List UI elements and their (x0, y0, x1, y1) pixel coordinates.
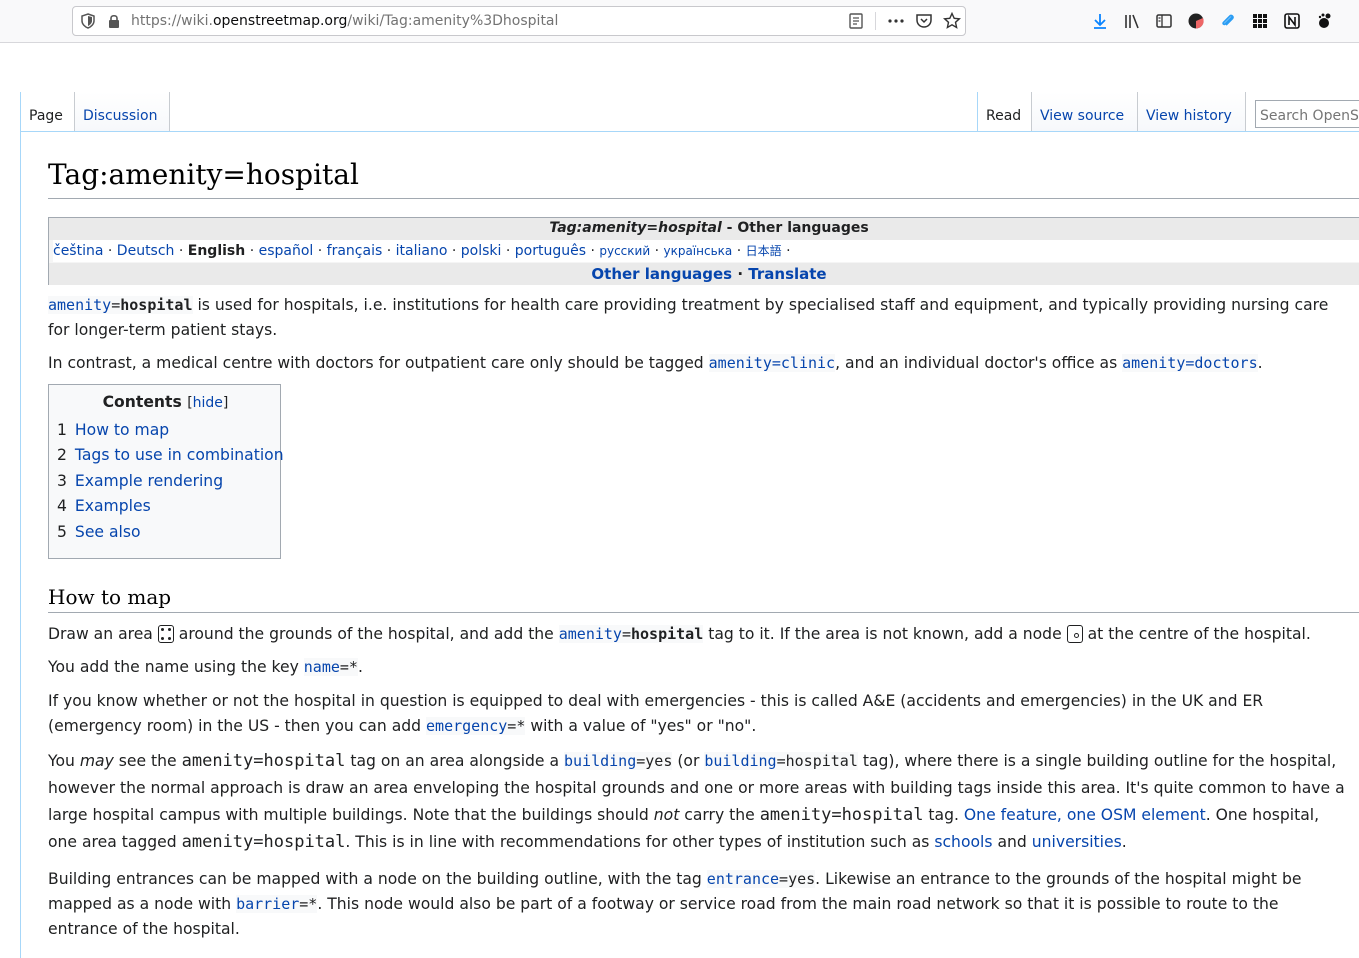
entrance-key-link[interactable]: entrance (707, 870, 779, 888)
lang-link-de[interactable]: Deutsch (117, 243, 175, 259)
toc-title: Contents [hide] (102, 393, 229, 411)
url-separator (875, 12, 876, 30)
node-icon[interactable] (1066, 625, 1083, 643)
lock-icon[interactable] (107, 13, 121, 29)
lang-link-uk[interactable]: українська (663, 244, 732, 258)
lang-link-ru[interactable]: русский (599, 244, 650, 258)
how-to-map-p2: You add the name using the key name=*. (48, 658, 363, 676)
search-input[interactable] (1255, 100, 1359, 128)
intro-paragraph: amenity=hospital is used for hospitals, … (48, 296, 1329, 339)
clinic-key-link[interactable]: amenity (709, 354, 772, 372)
url-text[interactable]: https://wiki.openstreetmap.org/wiki/Tag:… (131, 13, 558, 29)
translate-link[interactable]: Translate (748, 265, 826, 283)
toc-item[interactable]: 4 Examples (57, 497, 151, 515)
notion-icon[interactable] (1283, 12, 1301, 30)
building-hospital-key-link[interactable]: building (704, 752, 776, 770)
content-border (20, 92, 21, 958)
pocket-icon[interactable] (915, 12, 933, 30)
language-box: Tag:amenity=hospital - Other languages č… (48, 217, 1359, 285)
building-key-link[interactable]: building (564, 752, 636, 770)
lang-link-cs[interactable]: čeština (53, 243, 103, 259)
contrast-paragraph: In contrast, a medical centre with docto… (48, 354, 1263, 372)
toc-item[interactable]: 1 How to map (57, 421, 169, 439)
lang-link-fr[interactable]: français (327, 243, 383, 259)
doctors-key-link[interactable]: amenity (1122, 354, 1185, 372)
tab-page[interactable]: Page (21, 92, 75, 132)
barrier-key-link[interactable]: barrier (236, 895, 299, 913)
toc-hide-link[interactable]: hide (193, 395, 223, 411)
clinic-value-link[interactable]: =clinic (772, 354, 835, 372)
toc-item[interactable]: 3 Example rendering (57, 472, 223, 490)
lang-link-it[interactable]: italiano (396, 243, 448, 259)
bookmark-star-icon[interactable] (943, 12, 961, 30)
tab-view-history[interactable]: View history (1138, 92, 1246, 132)
gnome-icon[interactable] (1315, 12, 1333, 30)
other-languages-link[interactable]: Other languages (591, 265, 732, 283)
sidebar-icon[interactable] (1155, 12, 1173, 30)
lang-link-pl[interactable]: polski (461, 243, 502, 259)
amenity-key-link[interactable]: amenity (559, 625, 622, 643)
name-key-link[interactable]: name (304, 658, 340, 676)
hospital-value: hospital (120, 296, 193, 314)
tab-underline (21, 131, 1359, 132)
how-to-map-p4: You may see the amenity=hospital tag on … (48, 751, 1345, 852)
how-to-map-p1: Draw an area around the grounds of the h… (48, 625, 1311, 643)
extension-icon[interactable] (1187, 12, 1205, 30)
table-of-contents: Contents [hide] 1 How to map 2 Tags to use… (48, 384, 284, 559)
library-icon[interactable] (1123, 12, 1141, 30)
language-actions: Other languages · Translate (49, 263, 1359, 285)
lang-link-es[interactable]: español (259, 243, 314, 259)
how-to-map-p5: Building entrances can be mapped with a … (48, 870, 1302, 938)
section-heading-how-to-map: How to map (48, 585, 172, 609)
section-underline (48, 612, 1359, 613)
lang-current-en: English (187, 243, 246, 259)
url-bar[interactable]: https://wiki.openstreetmap.org/wiki/Tag:… (72, 6, 966, 36)
title-underline (48, 198, 1359, 199)
doctors-value-link[interactable]: =doctors (1185, 354, 1257, 372)
lang-link-ja[interactable]: 日本語 (746, 244, 782, 258)
page-title: Tag:amenity=hospital (48, 158, 359, 191)
toc-item[interactable]: 2 Tags to use in combination (57, 446, 284, 464)
how-to-map-p3: If you know whether or not the hospital … (48, 692, 1264, 735)
download-icon[interactable] (1091, 12, 1109, 30)
schools-link[interactable]: schools (934, 833, 992, 851)
lang-link-pt[interactable]: português (515, 243, 586, 259)
shield-icon[interactable] (81, 13, 95, 29)
tab-view-source[interactable]: View source (1032, 92, 1138, 132)
area-icon[interactable] (157, 625, 174, 643)
toc-item[interactable]: 5 See also (57, 523, 141, 541)
language-list: čeština · Deutsch · English · español · … (53, 240, 1359, 262)
emergency-key-link[interactable]: emergency (426, 717, 507, 735)
one-feature-link[interactable]: One feature, one OSM element (964, 806, 1206, 824)
universities-link[interactable]: universities (1032, 833, 1122, 851)
more-icon[interactable] (887, 12, 905, 30)
tab-discussion[interactable]: Discussion (75, 92, 170, 132)
reader-view-icon[interactable] (847, 12, 865, 30)
amenity-key-link[interactable]: amenity (48, 296, 111, 314)
language-box-title: Tag:amenity=hospital - Other languages (49, 218, 1359, 240)
grid-icon[interactable] (1251, 12, 1269, 30)
clip-icon[interactable] (1219, 12, 1237, 30)
tab-read[interactable]: Read (977, 92, 1032, 132)
browser-toolbar: https://wiki.openstreetmap.org/wiki/Tag:… (0, 0, 1359, 43)
